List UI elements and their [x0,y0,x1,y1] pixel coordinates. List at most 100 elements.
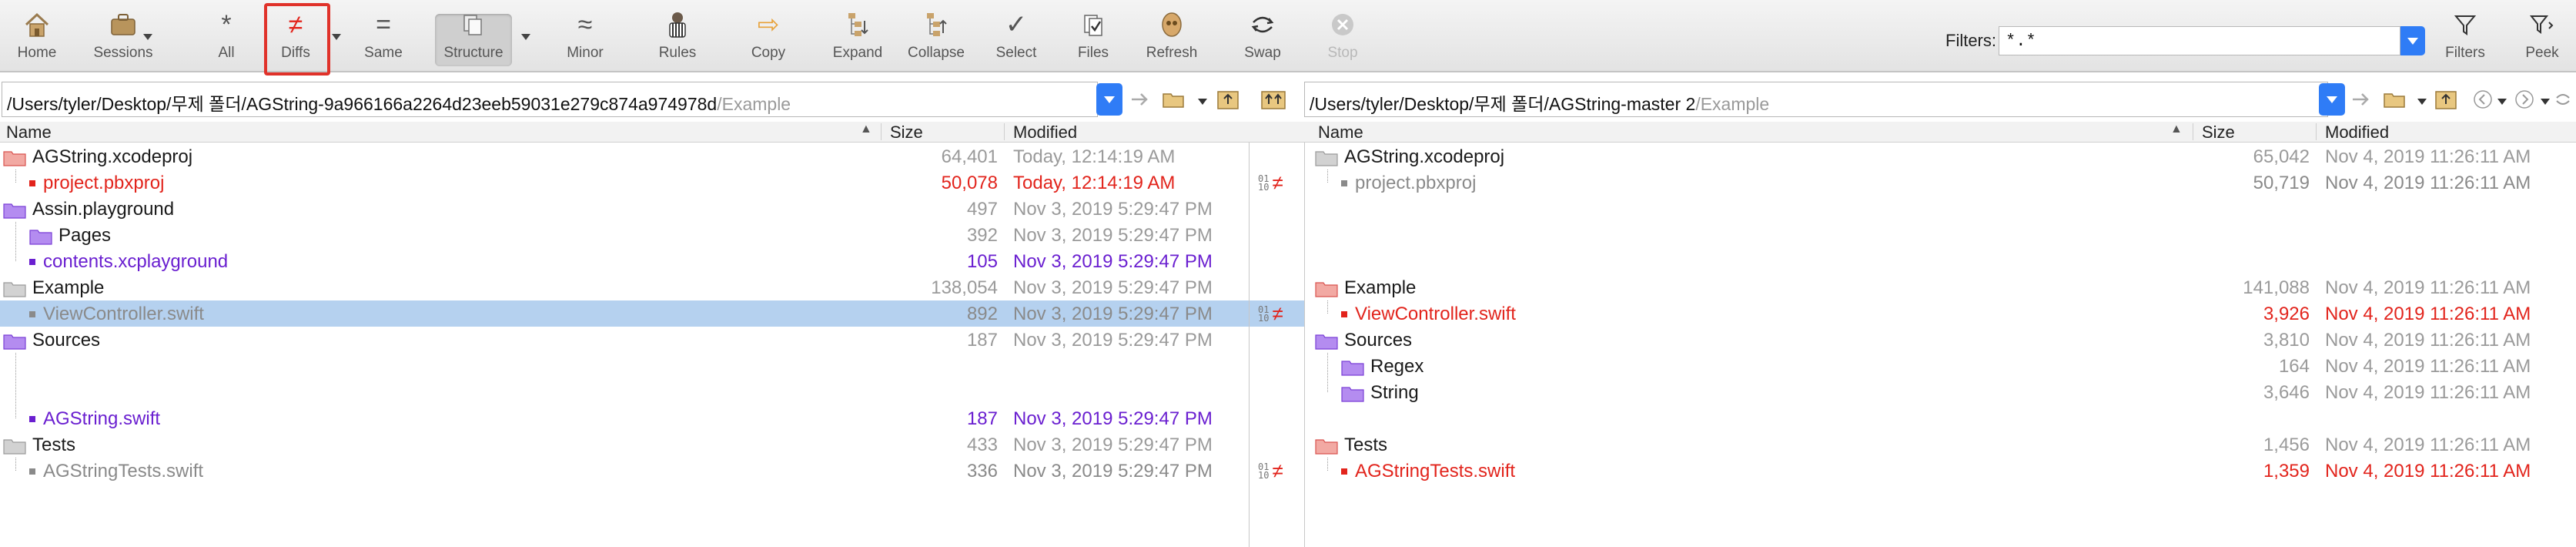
file-row[interactable]: project.pbxproj 50,719 Nov 4, 2019 11:26:1… [1310,169,2576,196]
right-open-dropdown-arrow[interactable] [2417,99,2427,105]
left-header-size[interactable]: Size [890,122,923,143]
rules-button[interactable]: Rules [641,9,714,66]
sessions-dropdown-arrow[interactable] [143,34,152,40]
history-back-icon[interactable] [2471,85,2494,114]
item-name: Tests [1315,435,1387,456]
left-parent-folder-icon[interactable] [1215,85,1241,114]
item-modified: Today, 12:14:19 AM [1013,146,1176,167]
item-size: 164 [2278,356,2310,377]
folder-row[interactable]: Example 138,054 Nov 3, 2019 5:29:47 PM [0,274,1249,300]
file-icon [29,416,35,422]
left-header-divider[interactable] [1004,123,1005,140]
file-row[interactable]: ViewController.swift 892 Nov 3, 2019 5:29:… [0,300,1249,327]
folder-row[interactable]: Tests 433 Nov 3, 2019 5:29:47 PM [0,431,1249,458]
same-button[interactable]: = Same [346,9,420,66]
structure-button[interactable]: Structure [437,9,510,66]
left-file-pane: Name ▲ Size Modified AGString.xcodeproj 6… [0,122,1249,547]
left-back-arrow-icon[interactable] [1127,85,1153,114]
item-name: AGString.xcodeproj [3,146,192,168]
right-header-size[interactable]: Size [2202,122,2235,143]
folder-row[interactable]: String 3,646 Nov 4, 2019 11:26:11 AM [1310,379,2576,405]
minor-button[interactable]: ≈ Minor [548,9,622,66]
item-modified: Nov 3, 2019 5:29:47 PM [1013,251,1213,272]
right-forward-arrow-icon[interactable] [2348,85,2374,114]
refresh-button[interactable]: Refresh [1135,9,1209,66]
filters-button[interactable]: Filters [2428,9,2502,66]
item-modified: Nov 4, 2019 11:26:11 AM [2325,356,2531,377]
history-back-dropdown-arrow[interactable] [2497,99,2507,105]
home-button[interactable]: Home [0,9,74,66]
right-header-name[interactable]: Name [1318,122,1363,143]
all-button[interactable]: * All [189,9,263,66]
file-row[interactable]: AGString.swift 187 Nov 3, 2019 5:29:47 PM [0,405,1249,431]
item-name-text: Assin.playground [32,199,175,220]
folder-row[interactable]: AGString.xcodeproj 65,042 Nov 4, 2019 11:2… [1310,143,2576,169]
file-row[interactable]: contents.xcplayground 105 Nov 3, 2019 5:29… [0,248,1249,274]
folder-row[interactable]: Sources 187 Nov 3, 2019 5:29:47 PM [0,327,1249,353]
file-icon [1341,311,1347,317]
folder-row[interactable]: Tests 1,456 Nov 4, 2019 11:26:11 AM [1310,431,2576,458]
files-check-icon [1070,9,1116,40]
peek-funnel-icon [2519,9,2565,40]
swap-button[interactable]: Swap [1226,9,1300,66]
folder-row[interactable]: Regex 164 Nov 4, 2019 11:26:11 AM [1310,353,2576,379]
left-open-dropdown-arrow[interactable] [1198,99,1207,105]
center-compare-strip: 01 10 ≠ 01 10 ≠ 01 10 ≠ [1249,122,1310,547]
diffs-dropdown-arrow[interactable] [332,34,341,40]
left-header-name[interactable]: Name [6,122,52,143]
folder-row[interactable]: Example 141,088 Nov 4, 2019 11:26:11 AM [1310,274,2576,300]
right-parent-folder-icon[interactable] [2433,85,2459,114]
peek-button[interactable]: Peek [2505,9,2576,66]
file-row[interactable]: ViewController.swift 3,926 Nov 4, 2019 11:… [1310,300,2576,327]
filters-dropdown-button[interactable] [2400,26,2425,55]
select-button[interactable]: ✓ Select [979,9,1053,66]
item-size: 3,926 [2263,304,2310,324]
item-modified: Nov 3, 2019 5:29:47 PM [1013,408,1213,429]
filters-input[interactable]: *.* [1999,26,2400,55]
files-button[interactable]: Files [1056,9,1130,66]
right-path-bar: /Users/tyler/Desktop/무제 폴더/AGString-mast… [1304,82,2576,117]
collapse-button[interactable]: Collapse [899,9,973,66]
left-open-folder-icon[interactable] [1161,85,1187,114]
item-size: 50,078 [941,173,998,193]
history-forward-dropdown-arrow[interactable] [2541,99,2550,105]
folder-icon [1315,330,1344,351]
file-row[interactable]: AGStringTests.swift 336 Nov 3, 2019 5:29:4… [0,458,1249,484]
item-size: 1,359 [2263,461,2310,482]
not-equal-icon: 01 10 ≠ [1258,459,1283,482]
left-header-modified[interactable]: Modified [1013,122,1077,143]
right-path-dropdown[interactable] [2319,83,2345,116]
right-open-folder-icon[interactable] [2382,85,2408,114]
left-header-divider[interactable] [881,123,882,140]
item-name-text: ViewController.swift [1355,304,1516,324]
right-path-input[interactable]: /Users/tyler/Desktop/무제 폴더/AGString-mast… [1304,82,2328,117]
right-header-divider[interactable] [2316,123,2317,140]
item-name: ViewController.swift [1341,304,1516,325]
file-icon [29,259,35,265]
structure-dropdown-arrow[interactable] [521,34,530,40]
item-name-text: Pages [59,225,112,246]
folder-row[interactable]: Pages 392 Nov 3, 2019 5:29:47 PM [0,222,1249,248]
folder-row[interactable]: AGString.xcodeproj 64,401 Today, 12:14:19 … [0,143,1249,169]
item-name-text: ViewController.swift [43,304,204,324]
stop-button[interactable]: Stop [1306,9,1380,66]
item-name-text: AGString.xcodeproj [1344,146,1505,167]
expand-button[interactable]: Expand [821,9,895,66]
folder-icon [3,146,32,168]
copy-button[interactable]: ⇨ Copy [731,9,805,66]
sync-folders-icon[interactable] [1260,85,1287,114]
folder-row[interactable]: Sources 3,810 Nov 4, 2019 11:26:11 AM [1310,327,2576,353]
folder-icon [1315,277,1344,299]
file-icon [29,468,35,475]
right-header-modified[interactable]: Modified [2325,122,2389,143]
left-path-input[interactable]: /Users/tyler/Desktop/무제 폴더/AGString-9a96… [2,82,1098,117]
folder-row[interactable]: Assin.playground 497 Nov 3, 2019 5:29:47 P… [0,196,1249,222]
file-row[interactable]: AGStringTests.swift 1,359 Nov 4, 2019 11:2… [1310,458,2576,484]
file-icon [29,180,35,186]
file-row[interactable]: project.pbxproj 50,078 Today, 12:14:19 AM [0,169,1249,196]
history-forward-icon[interactable] [2513,85,2536,114]
folder-icon [29,225,59,247]
swap-sides-icon[interactable] [2553,85,2573,114]
item-size: 336 [966,461,998,482]
left-path-dropdown[interactable] [1096,83,1122,116]
